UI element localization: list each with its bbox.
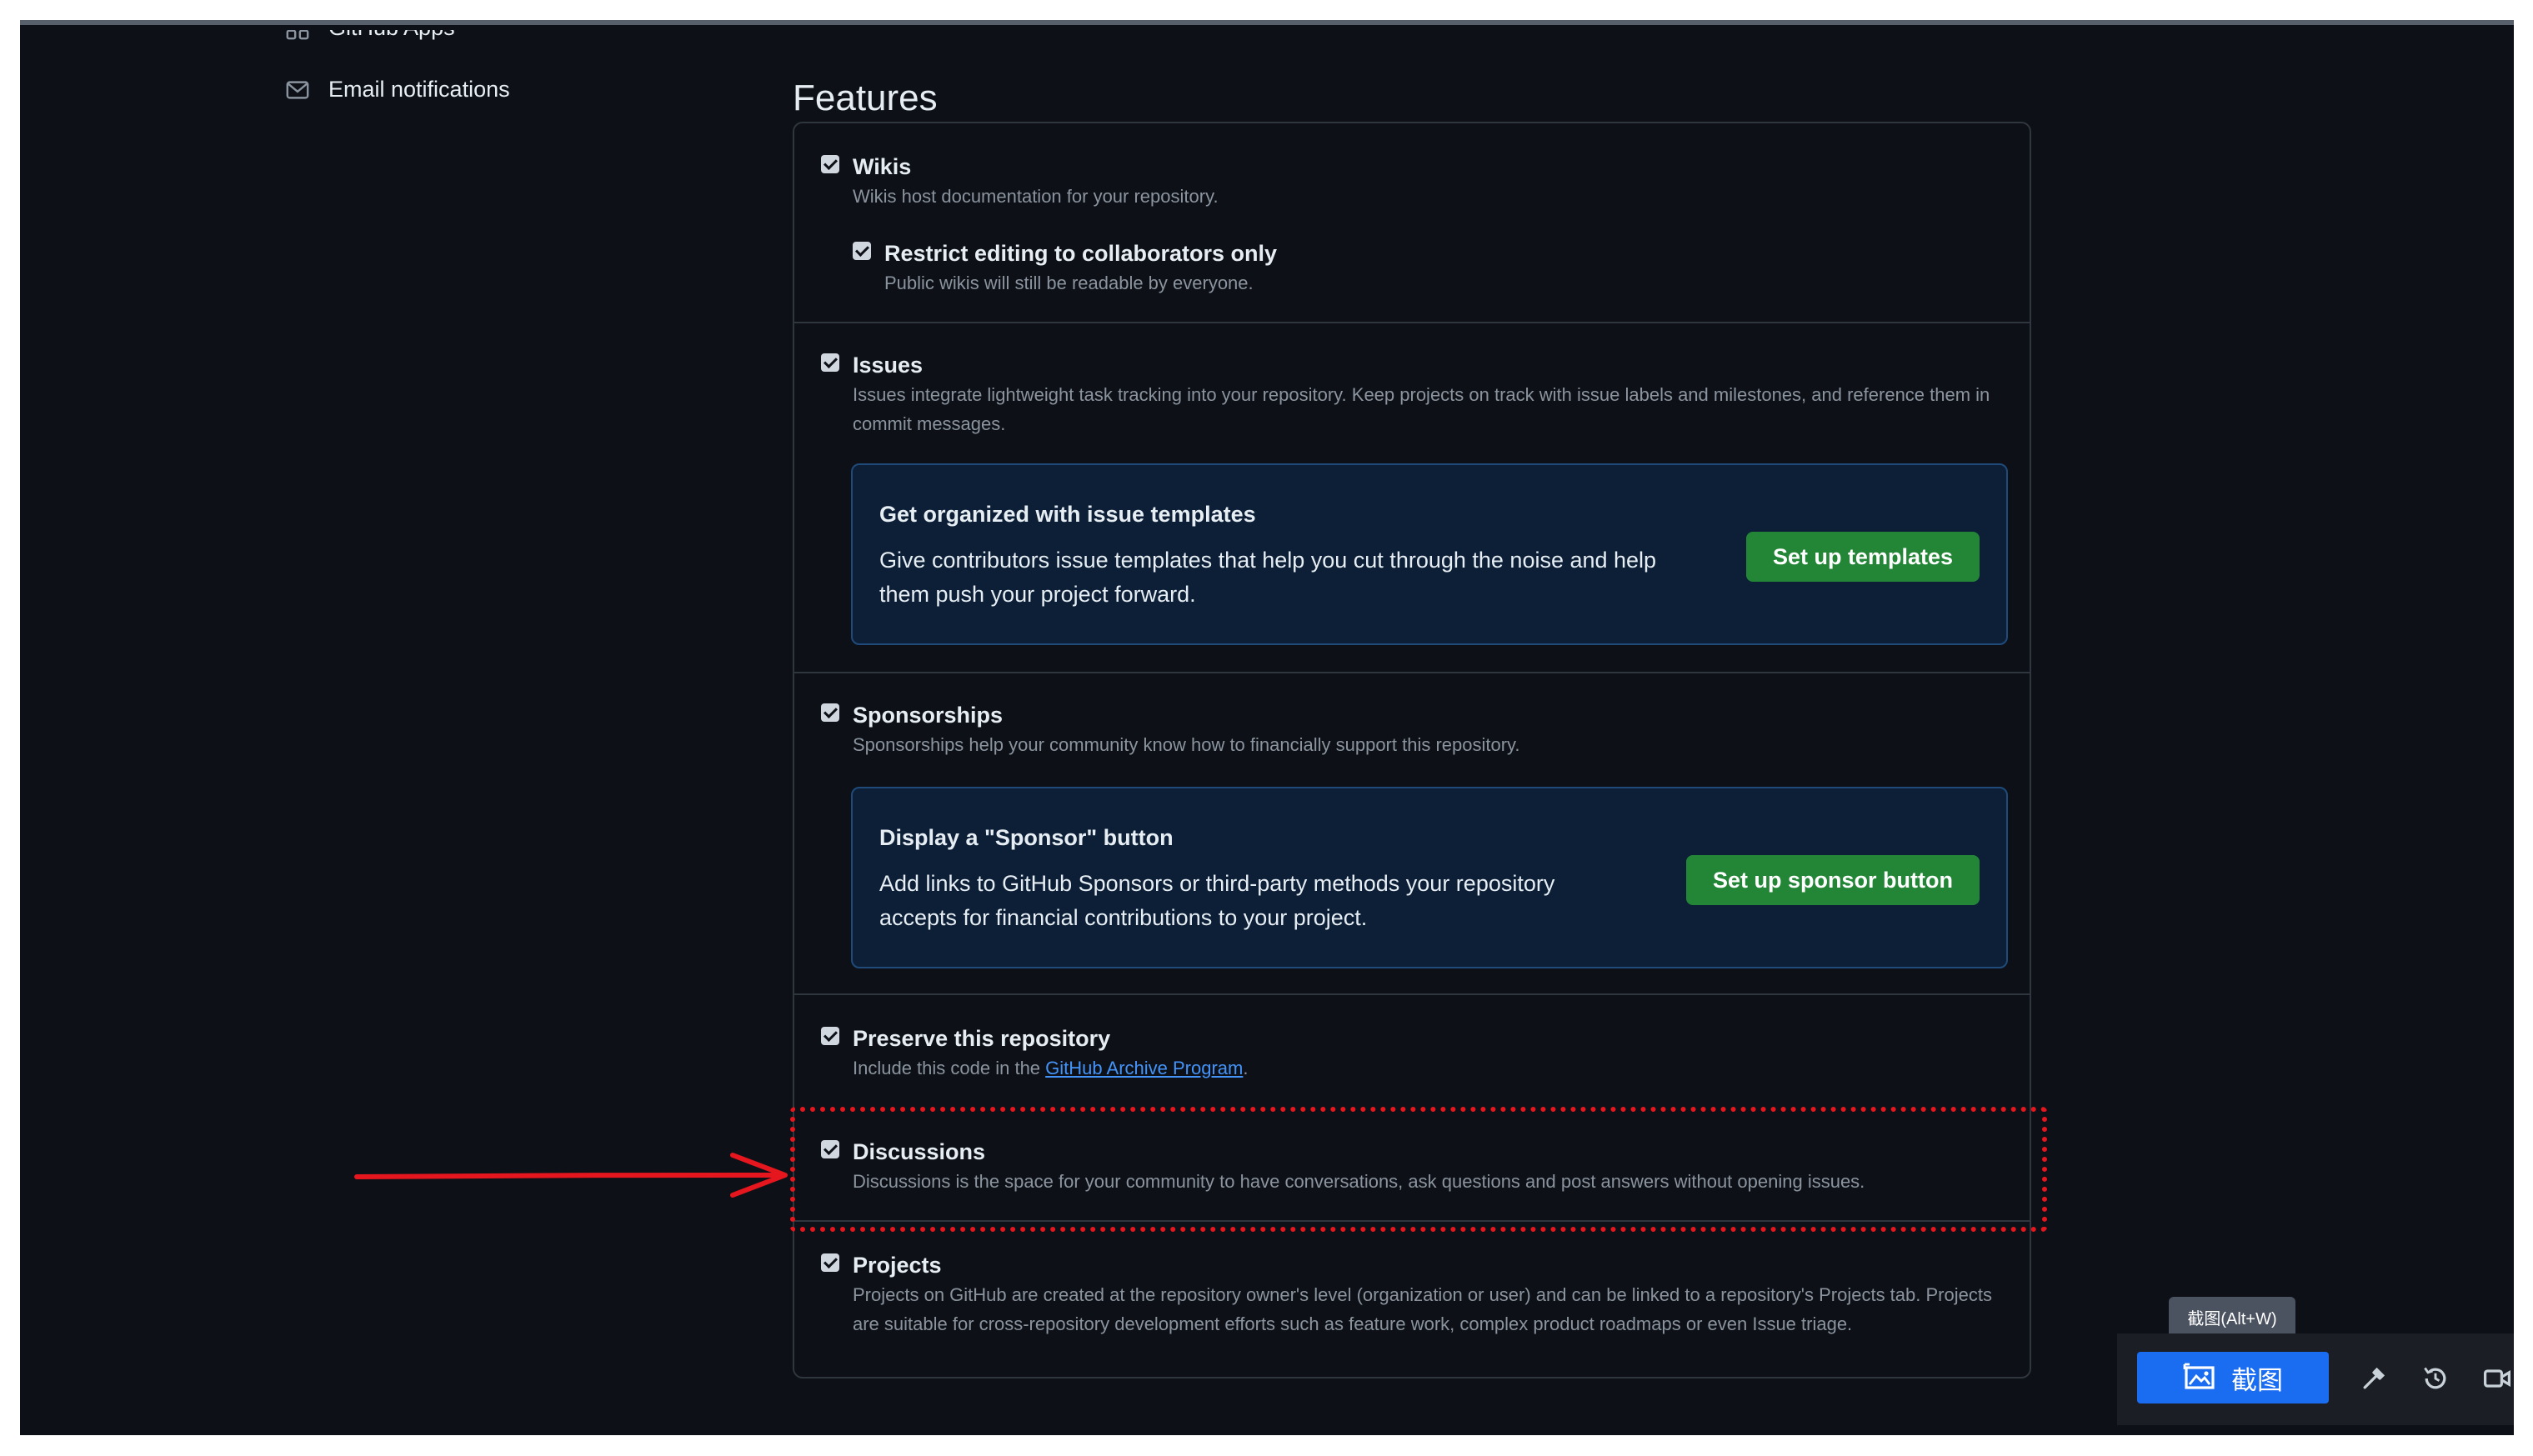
sponsor-button-promo: Display a "Sponsor" button Add links to … [851,787,2008,968]
preserve-description-end: . [1243,1058,1249,1078]
preserve-label: Preserve this repository [853,1026,1111,1051]
discussions-highlight-box [790,1107,2047,1232]
sponsorships-label: Sponsorships [853,703,1004,728]
video-icon[interactable] [2482,1363,2512,1393]
wikis-description: Wikis host documentation for your reposi… [853,186,1219,207]
capture-label: 截图 [2231,1365,2283,1395]
github-archive-program-link[interactable]: GitHub Archive Program [1045,1058,1243,1078]
set-up-templates-button[interactable]: Set up templates [1745,532,1980,582]
restrict-editing-description: Public wikis will still be readable by e… [884,273,1254,293]
history-icon[interactable] [2420,1363,2450,1393]
image-icon [2183,1363,2215,1389]
wikis-checkbox[interactable] [821,155,839,173]
promo-title: Get organized with issue templates [879,502,1256,527]
set-up-sponsor-button[interactable]: Set up sponsor button [1686,855,1980,905]
feature-issues: Issues Issues integrate lightweight task… [794,323,2030,673]
preserve-checkbox[interactable] [821,1027,839,1045]
sidebar-item-email-notifications[interactable]: Email notifications [285,77,510,103]
capture-toolbar: 截图 [2117,1333,2514,1425]
preserve-description-text: Include this code in the [853,1058,1046,1078]
mail-icon [286,80,309,99]
window-top-edge [20,20,2514,25]
feature-sponsorships: Sponsorships Sponsorships help your comm… [794,673,2030,995]
capture-button[interactable]: 截图 [2137,1352,2329,1403]
projects-description: Projects on GitHub are created at the re… [853,1284,1992,1334]
feature-preserve: Preserve this repository Include this co… [794,995,2030,1108]
sidebar-item-label: Email notifications [328,77,510,102]
restrict-editing-checkbox[interactable] [853,242,871,260]
issues-label: Issues [853,353,924,378]
projects-checkbox[interactable] [821,1253,839,1272]
promo-title: Display a "Sponsor" button [879,825,1174,850]
sponsorships-description: Sponsorships help your community know ho… [853,734,1520,755]
feature-projects: Projects Projects on GitHub are created … [794,1222,2030,1377]
promo-body: Add links to GitHub Sponsors or third-pa… [879,871,1555,930]
issue-templates-promo: Get organized with issue templates Give … [851,463,2008,645]
sponsorships-checkbox[interactable] [821,703,839,722]
feature-wikis: Wikis Wikis host documentation for your … [794,123,2030,323]
annotation-arrow-icon [354,1153,788,1198]
restrict-editing-label: Restrict editing to collaborators only [884,241,1278,266]
wikis-label: Wikis [853,154,912,179]
issues-checkbox[interactable] [821,353,839,372]
eyedropper-icon[interactable] [2359,1363,2389,1393]
projects-label: Projects [853,1253,942,1278]
issues-description: Issues integrate lightweight task tracki… [853,384,1990,434]
page-title: Features [793,78,938,118]
promo-body: Give contributors issue templates that h… [879,548,1657,607]
preserve-description: Include this code in the GitHub Archive … [853,1053,1248,1083]
screen: GitHub Apps Email notifications Features… [20,20,2514,1435]
